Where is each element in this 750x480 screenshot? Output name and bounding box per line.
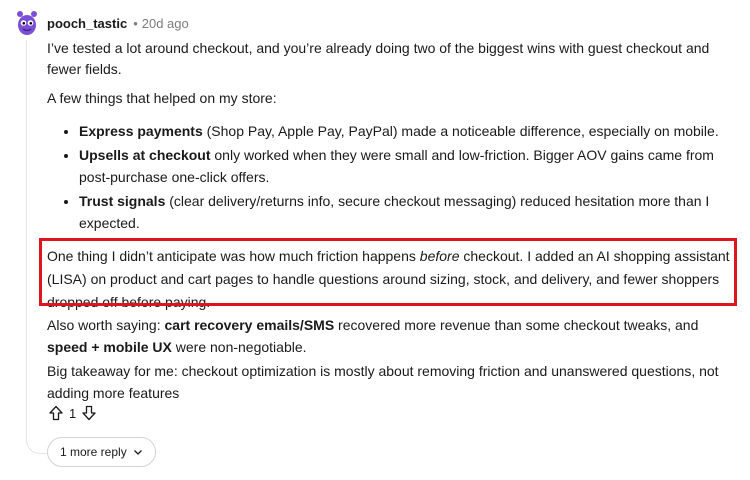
list-item-bold: Upsells at checkout: [79, 147, 211, 163]
meta-separator: •: [133, 16, 138, 31]
username-link[interactable]: pooch_tastic: [47, 16, 127, 31]
thread-connector: [26, 425, 47, 454]
upvote-button[interactable]: [47, 404, 65, 422]
list-item-bold: Express payments: [79, 123, 203, 139]
list-item-text: (clear delivery/returns info, secure che…: [79, 193, 710, 231]
list-item: Upsells at checkout only worked when the…: [79, 144, 739, 188]
list-item-text: (Shop Pay, Apple Pay, PayPal) made a not…: [202, 123, 719, 139]
list-item: Trust signals (clear delivery/returns in…: [79, 190, 739, 234]
thread-line: [26, 40, 27, 440]
paragraph-bold: speed + mobile UX: [47, 339, 172, 355]
timestamp[interactable]: 20d ago: [142, 16, 189, 31]
comment-paragraph-1: I’ve tested a lot around checkout, and y…: [47, 40, 710, 77]
downvote-arrow-icon: [82, 405, 96, 421]
paragraph-bold: cart recovery emails/SMS: [164, 317, 335, 333]
list-item: Express payments (Shop Pay, Apple Pay, P…: [79, 120, 739, 142]
comment-meta: pooch_tastic • 20d ago: [47, 16, 189, 31]
avatar[interactable]: [14, 10, 40, 36]
list-item-bold: Trust signals: [79, 193, 166, 209]
tips-list: Express payments (Shop Pay, Apple Pay, P…: [47, 120, 739, 236]
comment-paragraph-2: A few things that helped on my store:: [47, 90, 277, 106]
vote-count: 1: [69, 405, 77, 421]
downvote-button[interactable]: [80, 404, 98, 422]
comment-paragraph-4: Also worth saying: cart recovery emails/…: [47, 314, 737, 358]
more-replies-button[interactable]: 1 more reply: [47, 437, 156, 467]
comment-paragraph-5: Big takeaway for me: checkout optimizati…: [47, 363, 719, 401]
alien-avatar-icon: [17, 11, 37, 35]
paragraph-text: recovered more revenue than some checkou…: [334, 317, 699, 333]
chevron-down-icon: [133, 450, 142, 455]
vote-actions: 1: [47, 404, 98, 422]
more-replies-label: 1 more reply: [60, 445, 127, 459]
highlight-box: [39, 238, 737, 306]
paragraph-text: were non-negotiable.: [171, 339, 307, 355]
paragraph-text: Also worth saying:: [47, 317, 165, 333]
upvote-arrow-icon: [49, 405, 63, 421]
